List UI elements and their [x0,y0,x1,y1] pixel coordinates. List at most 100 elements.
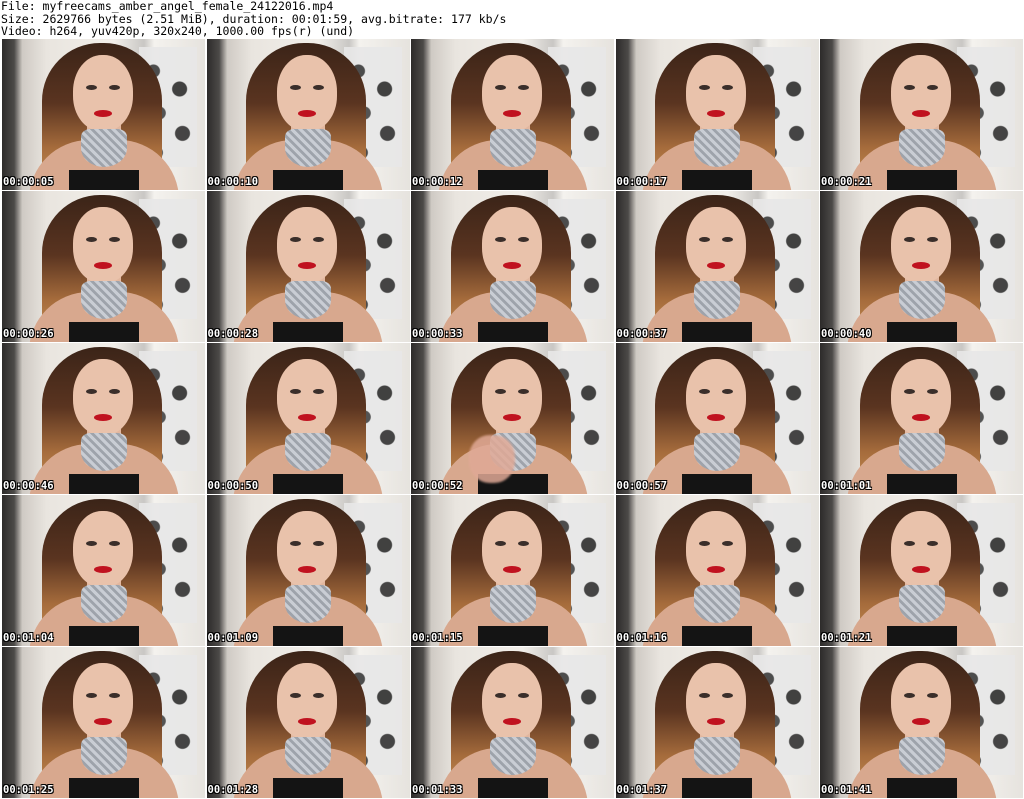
frame-timestamp: 00:01:16 [616,632,668,644]
eye [699,389,710,394]
black-top [682,626,752,646]
frame-timestamp: 00:00:28 [207,328,259,340]
eye [85,693,97,698]
video-frame-thumbnail: 00:00:17 [615,39,819,190]
video-frame-thumbnail: 00:01:33 [411,647,614,798]
lips [502,414,521,421]
frame-timestamp: 00:01:01 [821,480,872,492]
eye [313,389,324,394]
black-top [886,474,957,494]
lips [93,414,112,421]
black-top [68,474,139,494]
face [686,55,746,131]
lips [502,110,521,117]
face [277,55,337,131]
black-top [682,778,752,798]
face [686,207,746,283]
thumbnail-grid: 00:00:05 00:00:10 00:00:12 00:00:17 00:00:21… [2,39,1023,799]
face [277,359,337,435]
black-top [273,474,343,494]
black-top [682,322,752,342]
eye [290,85,301,90]
frame-timestamp: 00:01:25 [3,784,54,796]
lace-choker [898,433,945,471]
lace-choker [694,585,740,623]
frame-timestamp: 00:00:40 [821,328,872,340]
black-top [886,626,957,646]
eye [926,389,938,394]
frame-timestamp: 00:00:10 [207,176,259,188]
face [72,55,133,131]
face [890,359,951,435]
lace-choker [80,585,127,623]
frame-timestamp: 00:01:28 [207,784,259,796]
face [890,55,951,131]
frame-timestamp: 00:00:05 [3,176,54,188]
black-top [886,170,957,190]
lips [707,566,725,573]
lips [707,110,725,117]
lips [298,414,316,421]
eye [517,541,529,546]
black-top [682,170,752,190]
black-top [273,778,343,798]
eye [494,389,506,394]
frame-timestamp: 00:00:21 [821,176,872,188]
lips [298,718,316,725]
lips [93,110,112,117]
lips [502,566,521,573]
blurred-hand [469,435,515,483]
eye [699,85,710,90]
eye [926,541,938,546]
eye [313,541,324,546]
eye [108,85,120,90]
eye [517,693,529,698]
video-frame-thumbnail: 00:00:26 [2,191,205,342]
video-frame-thumbnail: 00:00:37 [615,191,819,342]
file-info-header: File: myfreecams_amber_angel_female_2412… [0,0,1024,38]
eye [699,693,710,698]
eye [517,85,529,90]
lips [502,262,521,269]
black-top [273,626,343,646]
lips [502,718,521,725]
face [277,511,337,587]
eye [517,389,529,394]
eye [108,237,120,242]
frame-timestamp: 00:01:37 [616,784,668,796]
eye [494,693,506,698]
lips [298,110,316,117]
face [481,511,542,587]
eye [722,389,733,394]
black-top [273,170,343,190]
face [890,207,951,283]
face [481,359,542,435]
lace-choker [80,281,127,319]
eye [722,541,733,546]
frame-timestamp: 00:01:21 [821,632,872,644]
black-top [68,170,139,190]
frame-timestamp: 00:00:37 [616,328,668,340]
eye [722,693,733,698]
eye [494,237,506,242]
video-frame-thumbnail: 00:00:33 [411,191,614,342]
lips [298,566,316,573]
lace-choker [285,433,331,471]
black-top [477,170,548,190]
lace-choker [489,129,536,167]
video-frame-thumbnail: 00:00:40 [820,191,1023,342]
face [481,55,542,131]
lace-choker [489,585,536,623]
eye [722,237,733,242]
video-frame-thumbnail: 00:00:28 [206,191,410,342]
lace-choker [898,585,945,623]
lace-choker [694,737,740,775]
frame-timestamp: 00:00:57 [616,480,668,492]
lace-choker [80,433,127,471]
face [277,663,337,739]
video-frame-thumbnail: 00:00:10 [206,39,410,190]
black-top [886,778,957,798]
video-frame-thumbnail: 00:00:21 [820,39,1023,190]
eye [903,85,915,90]
eye [926,237,938,242]
